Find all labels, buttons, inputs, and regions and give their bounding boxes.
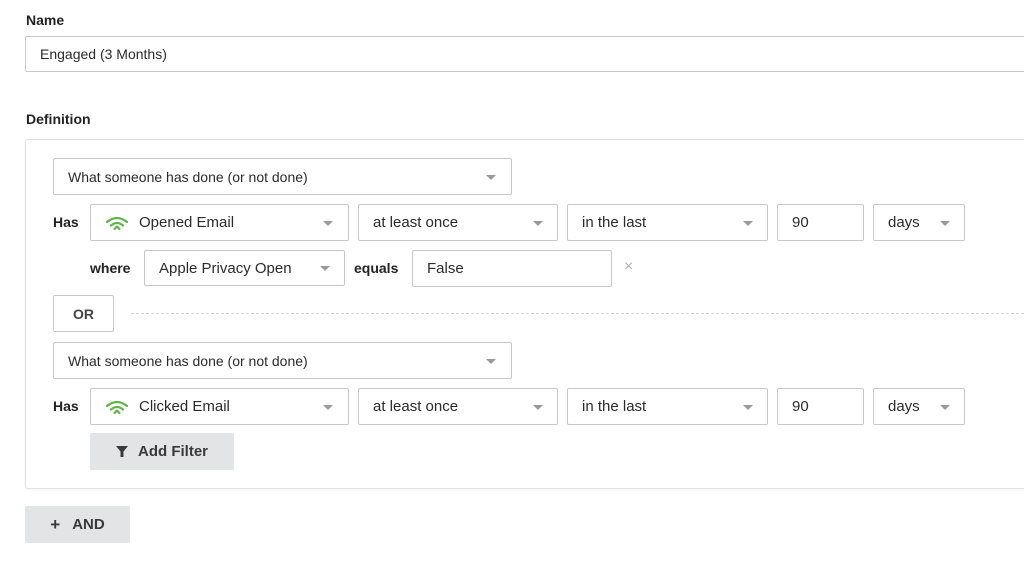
metric-value-1: Opened Email (139, 214, 235, 231)
close-icon[interactable]: × (624, 258, 633, 276)
amount-input-1[interactable]: 90 (777, 204, 864, 241)
unit-select-2[interactable]: days (873, 388, 965, 425)
frequency-select-2[interactable]: at least once (358, 388, 558, 425)
name-input[interactable]: Engaged (3 Months) (25, 36, 1024, 72)
chevron-down-icon (533, 220, 543, 226)
metric-icon (105, 400, 129, 414)
chevron-down-icon (486, 358, 496, 364)
condition-type-select-2[interactable]: What someone has done (or not done) (53, 342, 512, 379)
filter-value: False (427, 260, 464, 277)
metric-select-1[interactable]: Opened Email (90, 204, 349, 241)
name-input-value: Engaged (3 Months) (40, 46, 167, 62)
filter-value-input[interactable]: False (412, 250, 612, 287)
and-button[interactable]: + AND (25, 506, 130, 543)
amount-input-2[interactable]: 90 (777, 388, 864, 425)
chevron-down-icon (320, 266, 330, 271)
timeframe-value-1: in the last (582, 214, 647, 231)
chevron-down-icon (743, 220, 753, 226)
amount-value-1: 90 (792, 214, 809, 231)
has-label-2: Has (53, 398, 79, 414)
has-label-1: Has (53, 214, 79, 230)
and-label: AND (72, 516, 105, 533)
condition-type-value-1: What someone has done (or not done) (68, 168, 308, 185)
filter-property-select[interactable]: Apple Privacy Open (144, 250, 345, 286)
where-label: where (90, 260, 131, 276)
timeframe-select-2[interactable]: in the last (567, 388, 768, 425)
or-divider (131, 313, 1024, 314)
timeframe-select-1[interactable]: in the last (567, 204, 768, 241)
unit-value-2: days (888, 398, 920, 415)
condition-type-select-1[interactable]: What someone has done (or not done) (53, 158, 512, 195)
add-filter-label: Add Filter (138, 443, 208, 460)
definition-label: Definition (26, 111, 91, 127)
unit-value-1: days (888, 214, 920, 231)
metric-select-2[interactable]: Clicked Email (90, 388, 349, 425)
frequency-select-1[interactable]: at least once (358, 204, 558, 241)
amount-value-2: 90 (792, 398, 809, 415)
chevron-down-icon (743, 404, 753, 410)
name-label: Name (26, 12, 65, 28)
chevron-down-icon (533, 404, 543, 410)
chevron-down-icon (486, 174, 496, 180)
condition-type-value-2: What someone has done (or not done) (68, 352, 308, 369)
frequency-value-1: at least once (373, 214, 459, 231)
unit-select-1[interactable]: days (873, 204, 965, 241)
plus-icon: + (50, 514, 61, 534)
metric-value-2: Clicked Email (139, 398, 230, 415)
timeframe-value-2: in the last (582, 398, 647, 415)
chevron-down-icon (940, 404, 950, 410)
filter-property-value: Apple Privacy Open (159, 259, 292, 277)
or-button[interactable]: OR (53, 295, 114, 332)
chevron-down-icon (940, 220, 950, 226)
filter-icon (116, 445, 128, 457)
metric-icon (105, 216, 129, 230)
add-filter-button[interactable]: Add Filter (90, 433, 234, 470)
operator-label: equals (354, 260, 399, 276)
chevron-down-icon (323, 404, 333, 410)
chevron-down-icon (323, 220, 333, 226)
frequency-value-2: at least once (373, 398, 459, 415)
